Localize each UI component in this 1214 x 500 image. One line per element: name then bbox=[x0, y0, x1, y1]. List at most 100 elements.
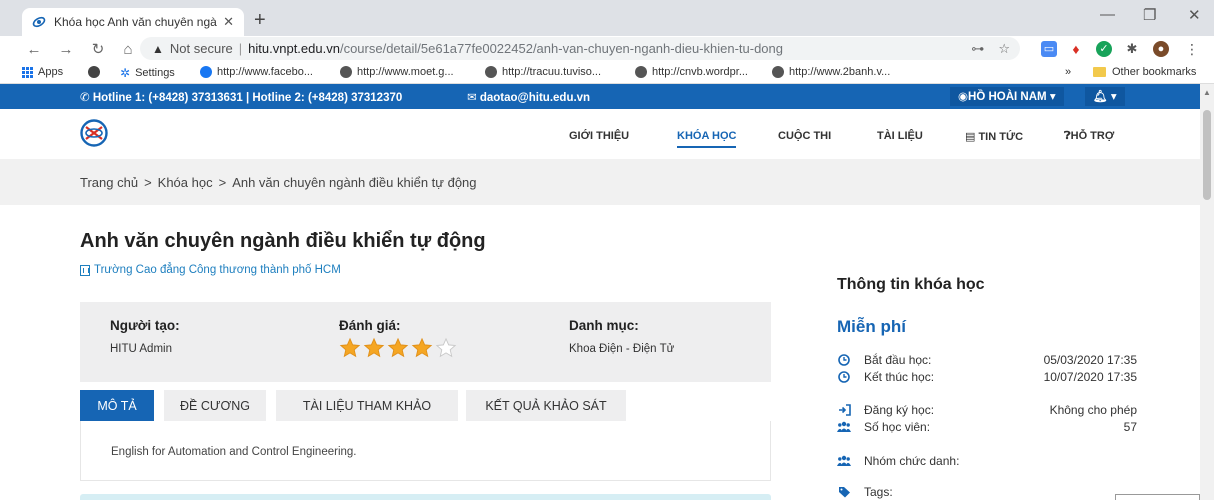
tab-close-icon[interactable]: ✕ bbox=[223, 14, 234, 30]
course-description: English for Automation and Control Engin… bbox=[111, 446, 357, 458]
address-path: /course/detail/5e61a77fe0022452/anh-van-… bbox=[339, 41, 784, 56]
site-navigation: GIỚI THIỆU KHÓA HỌC CUỘC THI TÀI LIỆU ▤ … bbox=[0, 109, 1200, 159]
bookmark-settings[interactable]: ✲ Settings bbox=[120, 66, 175, 80]
start-date-row: Bắt đầu học: 05/03/2020 17:35 bbox=[837, 353, 1137, 367]
back-arrow-icon[interactable]: ← bbox=[22, 41, 46, 58]
warning-triangle-icon: ▲ bbox=[152, 41, 164, 56]
new-tab-icon[interactable]: + bbox=[254, 10, 266, 30]
newspaper-icon: ▤ bbox=[965, 131, 979, 143]
school-link[interactable]: Trường Cao đẳng Công thương thành phố HC… bbox=[80, 264, 341, 276]
globe-icon bbox=[772, 66, 784, 78]
key-icon[interactable]: ⊶ bbox=[971, 41, 984, 57]
home-icon[interactable]: ⌂ bbox=[116, 41, 140, 58]
address-divider: | bbox=[238, 41, 243, 56]
browser-menu-icon[interactable]: ⋮ bbox=[1184, 41, 1200, 57]
address-host: hitu.vnpt.edu.vn bbox=[248, 41, 340, 56]
tab-mo-ta[interactable]: MÔ TẢ bbox=[80, 390, 154, 421]
globe-icon bbox=[485, 66, 497, 78]
caret-down-icon: ▾ bbox=[1110, 91, 1117, 103]
breadcrumb: Trang chủ > Khóa học > Anh văn chuyên ngành … bbox=[0, 159, 1200, 205]
nav-khoa-hoc[interactable]: KHÓA HỌC bbox=[677, 130, 737, 148]
star-empty-icon bbox=[435, 337, 457, 358]
creator-label: Người tạo: bbox=[110, 318, 180, 333]
profile-avatar[interactable]: ● bbox=[1153, 41, 1169, 57]
nav-gioi-thieu[interactable]: GIỚI THIỆU bbox=[569, 130, 629, 142]
floating-widget[interactable] bbox=[1115, 494, 1200, 500]
bookmark-tracuu[interactable]: http://tracuu.tuviso... bbox=[485, 66, 601, 78]
course-info-box: Người tạo: HITU Admin Đánh giá: Danh mục… bbox=[80, 302, 771, 382]
bookmark-facebook[interactable]: http://www.facebo... bbox=[200, 66, 313, 78]
star-filled-icon bbox=[387, 337, 409, 358]
tab-ket-qua-khao-sat[interactable]: KẾT QUẢ KHẢO SÁT bbox=[466, 390, 626, 421]
tab-tai-lieu-tham-khao[interactable]: TÀI LIỆU THAM KHẢO bbox=[276, 390, 458, 421]
site-favicon-icon bbox=[32, 16, 46, 28]
page-scrollbar[interactable]: ▲ bbox=[1200, 84, 1214, 500]
bookmark-star-icon[interactable]: ☆ bbox=[998, 41, 1010, 57]
security-label: Not secure bbox=[169, 41, 233, 56]
forward-arrow-icon[interactable]: → bbox=[54, 41, 78, 58]
rating-label: Đánh giá: bbox=[339, 318, 401, 333]
group-row: Nhóm chức danh: bbox=[837, 454, 1137, 468]
nav-tai-lieu[interactable]: TÀI LIỆU bbox=[877, 130, 923, 142]
end-date: 10/07/2020 17:35 bbox=[1043, 370, 1137, 384]
register-row: Đăng ký học: Không cho phép bbox=[837, 403, 1137, 417]
users-icon bbox=[837, 420, 851, 434]
clock-icon bbox=[837, 353, 851, 367]
nav-ho-tro[interactable]: ❓︎HỖ TRỢ bbox=[1064, 130, 1114, 143]
sidebar-title: Thông tin khóa học bbox=[837, 276, 985, 293]
nav-tin-tuc[interactable]: ▤ TIN TỨC bbox=[965, 130, 1023, 143]
bell-icon: 🔔︎ bbox=[1093, 91, 1108, 103]
gear-icon: ✲ bbox=[120, 66, 131, 80]
maximize-icon[interactable]: ❐ bbox=[1143, 6, 1156, 24]
contact-email[interactable]: ✉ daotao@hitu.edu.vn bbox=[467, 90, 590, 104]
apps-grid-icon bbox=[22, 66, 33, 78]
end-date-row: Kết thúc học: 10/07/2020 17:35 bbox=[837, 370, 1137, 384]
bookmark-2banh[interactable]: http://www.2banh.v... bbox=[772, 66, 890, 78]
bookmark-cnvb[interactable]: http://cnvb.wordpr... bbox=[635, 66, 748, 78]
window-close-icon[interactable]: ✕ bbox=[1188, 6, 1201, 24]
bookmark-moet[interactable]: http://www.moet.g... bbox=[340, 66, 454, 78]
scrollbar-thumb[interactable] bbox=[1203, 110, 1211, 200]
bookmark-site[interactable] bbox=[88, 66, 105, 78]
student-count: 57 bbox=[1123, 420, 1137, 434]
tags-row: Tags: bbox=[837, 485, 1137, 499]
reload-icon[interactable]: ↻ bbox=[86, 40, 110, 58]
minimize-icon[interactable]: — bbox=[1100, 6, 1115, 23]
globe-icon bbox=[88, 66, 100, 78]
extension-zoom-icon[interactable]: ▭ bbox=[1041, 41, 1057, 57]
folder-icon bbox=[1093, 67, 1106, 77]
user-circle-icon: ◉ bbox=[958, 91, 969, 103]
breadcrumb-current: Anh văn chuyên ngành điều khiển tự động bbox=[232, 175, 477, 190]
browser-tab[interactable]: Khóa học Anh văn chuyên ngành ✕ bbox=[22, 8, 244, 36]
users-icon bbox=[837, 454, 851, 468]
extension-pin-icon[interactable]: ♦ bbox=[1068, 41, 1084, 57]
scroll-up-arrow-icon[interactable]: ▲ bbox=[1203, 88, 1211, 97]
extension-shield-icon[interactable]: ✓ bbox=[1096, 41, 1112, 57]
category-value: Khoa Điện - Điện Tử bbox=[569, 343, 675, 355]
register-status: Không cho phép bbox=[1049, 403, 1137, 417]
creator-value: HITU Admin bbox=[110, 343, 172, 355]
notice-strip bbox=[80, 494, 771, 500]
tab-title: Khóa học Anh văn chuyên ngành bbox=[54, 15, 218, 29]
breadcrumb-home[interactable]: Trang chủ bbox=[80, 175, 138, 190]
bookmark-apps[interactable]: Apps bbox=[22, 66, 63, 78]
extensions-puzzle-icon[interactable]: ✱ bbox=[1124, 41, 1140, 57]
other-bookmarks[interactable]: Other bookmarks bbox=[1093, 66, 1196, 78]
user-menu[interactable]: ◉HỒ HOÀI NAM ▾ bbox=[950, 87, 1064, 106]
browser-toolbar: ← → ↻ ⌂ ▲ Not secure | hitu.vnpt.edu.vn … bbox=[0, 36, 1214, 62]
breadcrumb-courses[interactable]: Khóa học bbox=[158, 175, 213, 190]
address-bar[interactable]: ▲ Not secure | hitu.vnpt.edu.vn /course/… bbox=[140, 37, 1020, 60]
globe-icon bbox=[635, 66, 647, 78]
tab-de-cuong[interactable]: ĐỀ CƯƠNG bbox=[164, 390, 266, 421]
notifications-menu[interactable]: 🔔︎ ▾ bbox=[1085, 87, 1125, 106]
bookmarks-bar: Apps ✲ Settings http://www.facebo... htt… bbox=[0, 62, 1214, 84]
page-title: Anh văn chuyên ngành điều khiển tự động bbox=[80, 230, 486, 252]
site-logo[interactable] bbox=[80, 119, 108, 147]
star-filled-icon bbox=[363, 337, 385, 358]
bookmarks-overflow-icon[interactable]: » bbox=[1065, 66, 1071, 78]
question-circle-icon: ❓︎ bbox=[1064, 130, 1071, 142]
category-block: Danh mục: Khoa Điện - Điện Tử bbox=[569, 318, 674, 355]
nav-cuoc-thi[interactable]: CUỘC THI bbox=[778, 130, 831, 142]
envelope-icon: ✉ bbox=[467, 92, 480, 104]
tag-icon bbox=[837, 485, 851, 499]
